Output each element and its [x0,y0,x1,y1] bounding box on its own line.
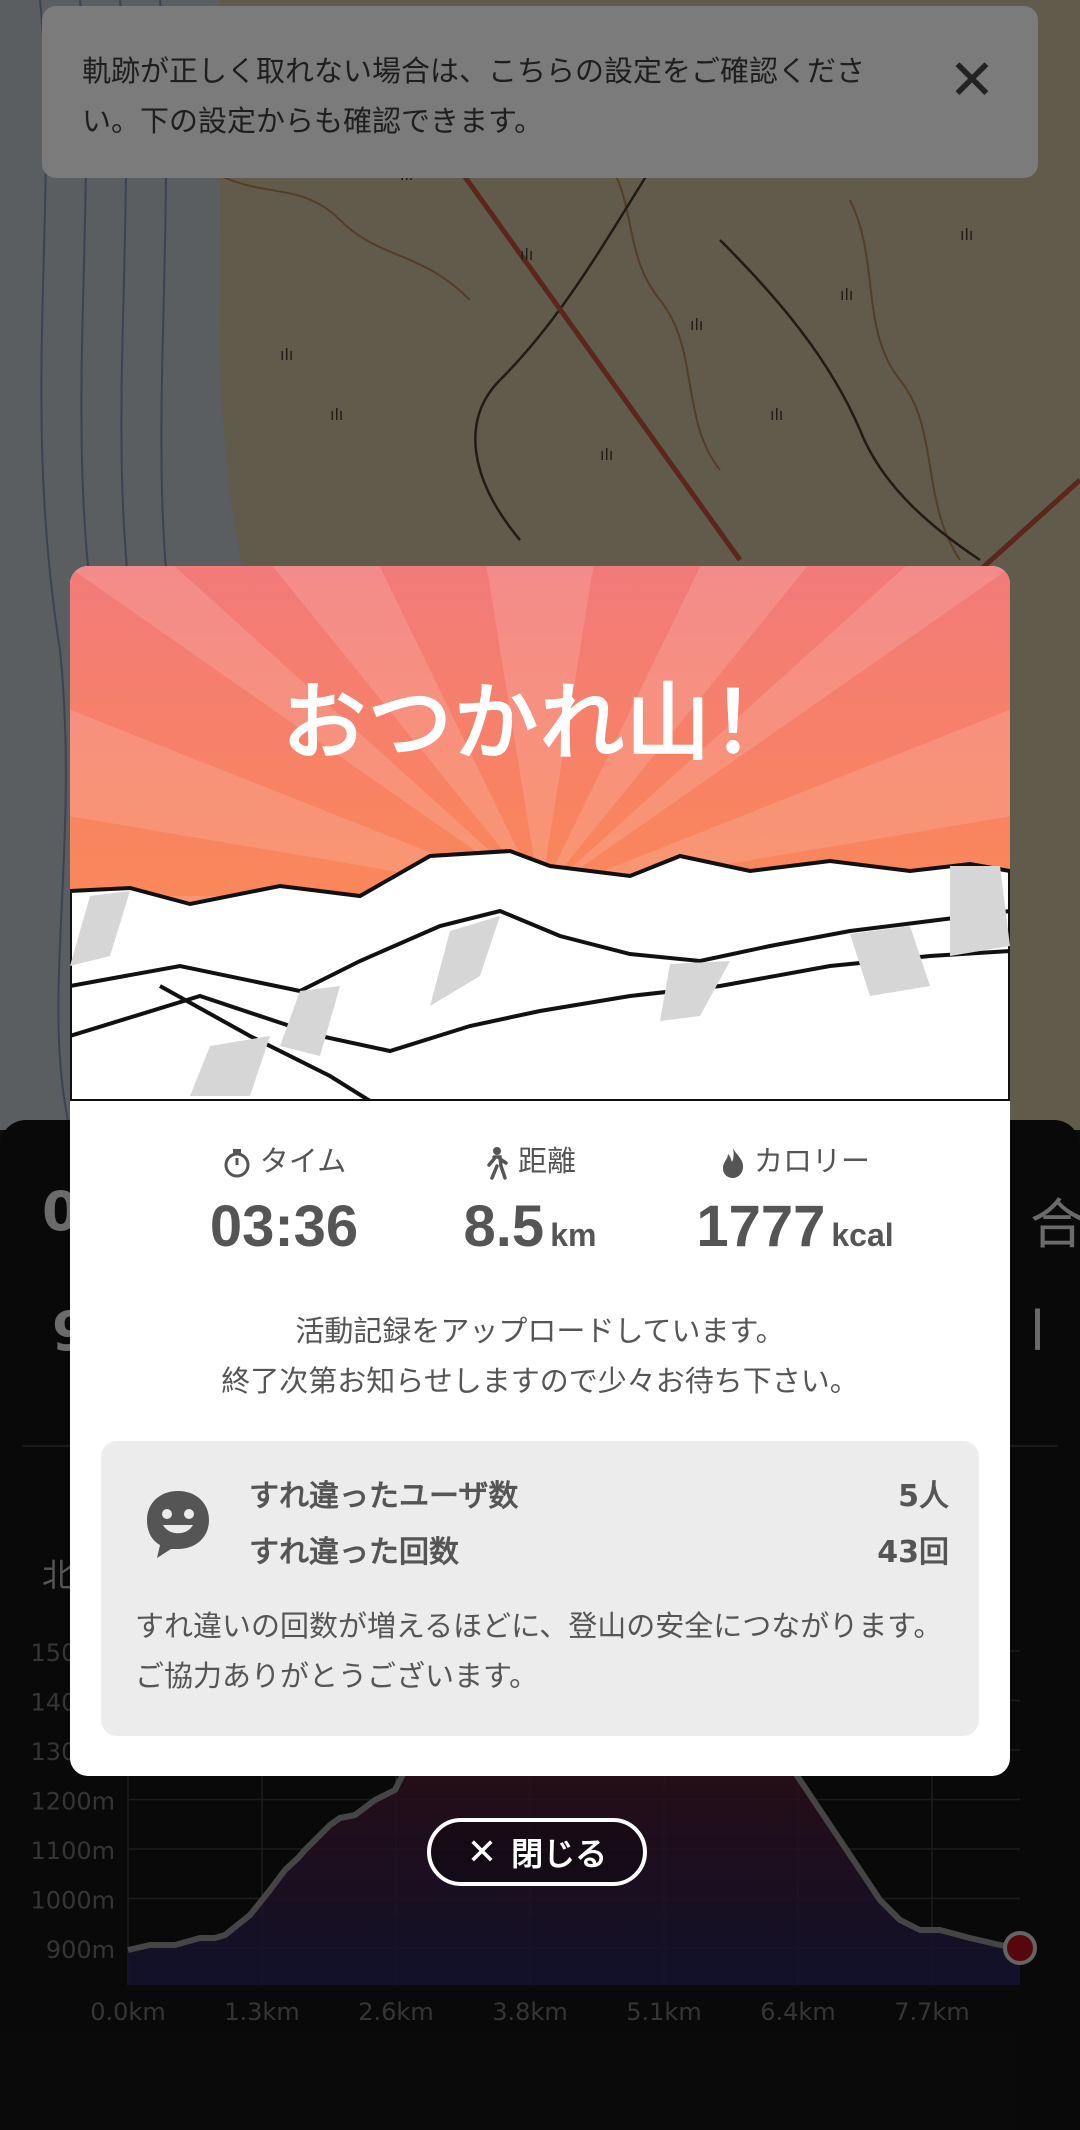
track-settings-toast[interactable]: 軌跡が正しく取れない場合は、こちらの設定をご確認ください。下の設定からも確認でき… [42,6,1038,178]
encounter-count-row: すれ違った回数 43回 [249,1527,949,1571]
encounter-users-value: 5人 [898,1479,949,1514]
stat-time-value: 03:36 [209,1194,359,1259]
close-icon: ✕ [466,1831,498,1873]
mountain-banner [70,566,1010,1101]
summary-modal: おつかれ山！ タイム 03:36 距離 8.5 km カロリー 1777 kcal [70,566,1010,1776]
stat-distance: 距離 8.5 km [380,1141,680,1260]
modal-title: おつかれ山！ [281,674,798,772]
close-button[interactable]: ✕ 閉じる [427,1818,647,1886]
stat-distance-label: 距離 [517,1144,576,1178]
encounter-count-label: すれ違った回数 [249,1535,459,1570]
stopwatch-icon [224,1149,250,1178]
stat-distance-value: 8.5 [463,1194,545,1259]
toast-close-icon[interactable]: ✕ [942,51,1002,111]
stat-time-label: タイム [259,1144,347,1178]
encounter-card: すれ違ったユーザ数 5人 すれ違った回数 43回 すれ違いの回数が増えるほどに、… [101,1441,979,1736]
stat-calories-unit: kcal [831,1217,894,1253]
stat-calories-label: カロリー [753,1144,870,1178]
encounter-note: すれ違いの回数が増えるほどに、登山の安全につながります。ご協力ありがとうございま… [135,1609,943,1693]
upload-message: 活動記録をアップロードしています。 終了次第お知らせしますので少々お待ち下さい。 [70,1306,1010,1406]
upload-message-line2: 終了次第お知らせしますので少々お待ち下さい。 [221,1364,859,1398]
stat-calories-value: 1777 [696,1194,826,1259]
upload-message-line1: 活動記録をアップロードしています。 [295,1314,785,1348]
encounter-count-value: 43回 [877,1535,949,1570]
flame-icon [722,1148,744,1178]
stat-calories: カロリー 1777 kcal [645,1141,945,1260]
encounter-users-label: すれ違ったユーザ数 [249,1479,519,1514]
stat-distance-unit: km [550,1217,597,1253]
encounter-users-row: すれ違ったユーザ数 5人 [249,1471,949,1515]
toast-message: 軌跡が正しく取れない場合は、こちらの設定をご確認ください。下の設定からも確認でき… [82,54,866,138]
close-button-label: 閉じる [511,1835,608,1873]
chat-smile-icon [147,1491,209,1558]
hiker-icon [487,1147,508,1180]
